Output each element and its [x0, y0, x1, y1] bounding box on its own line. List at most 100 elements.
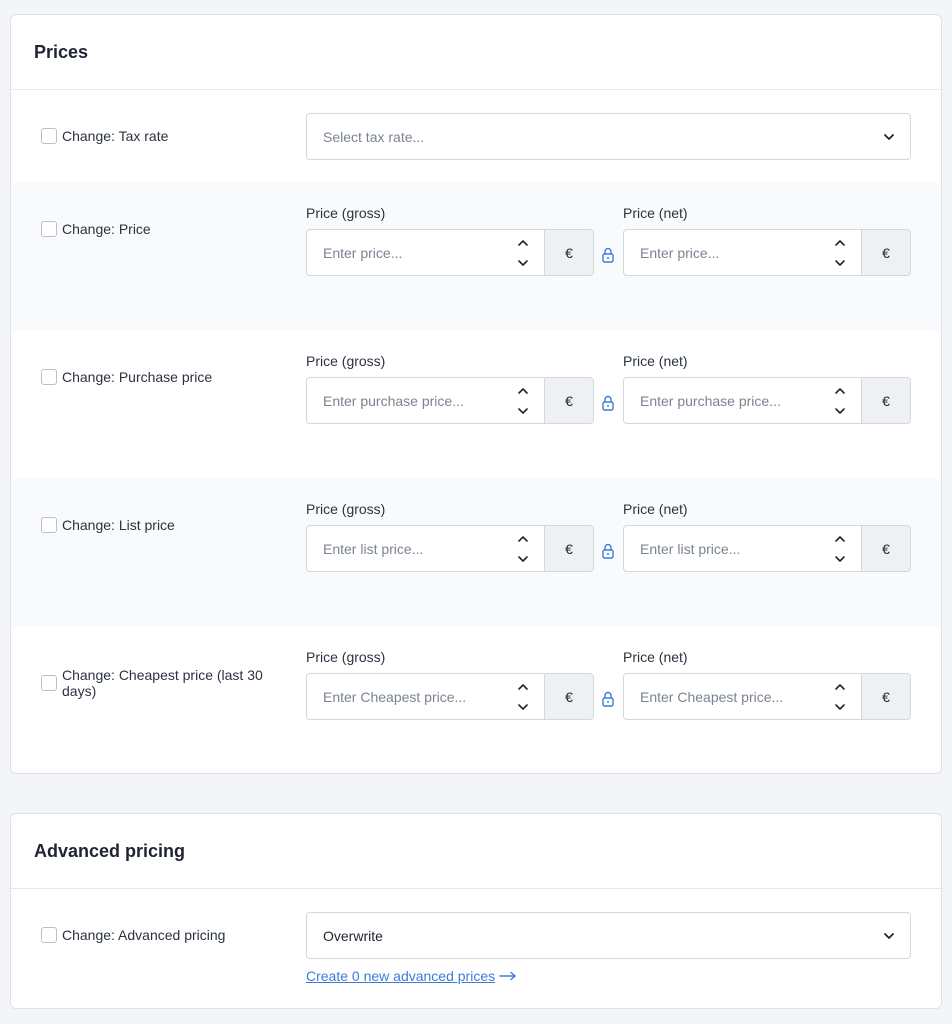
advanced-pricing-row: Change: Advanced pricing Overwrite Creat…: [11, 889, 941, 1008]
cheapest-net-field: Enter Cheapest price... €: [623, 673, 911, 720]
price-net-input[interactable]: Enter price...: [624, 230, 861, 275]
price-net-label: Price (net): [623, 205, 688, 221]
list-price-checkbox-wrap: Change: List price: [41, 517, 281, 533]
purchase-gross-field: Enter purchase price... €: [306, 377, 594, 424]
price-net-placeholder: Enter price...: [640, 244, 720, 261]
price-row: Change: Price Price (gross) Enter price.…: [11, 183, 941, 331]
price-gross-input[interactable]: Enter price...: [307, 230, 544, 275]
purchase-gross-input[interactable]: Enter purchase price...: [307, 378, 544, 423]
chevron-down-icon[interactable]: [516, 404, 530, 418]
chevron-down-icon[interactable]: [833, 552, 847, 566]
purchase-gross-currency: €: [544, 378, 593, 423]
create-advanced-prices-link-text: Create 0 new advanced prices: [306, 968, 496, 984]
advanced-pricing-checkbox[interactable]: [41, 927, 57, 943]
chevron-up-icon[interactable]: [516, 532, 530, 546]
purchase-net-currency: €: [861, 378, 910, 423]
list-net-placeholder: Enter list price...: [640, 540, 741, 557]
advanced-pricing-card-title: Advanced pricing: [34, 840, 186, 861]
list-gross-placeholder: Enter list price...: [323, 540, 424, 557]
list-gross-currency: €: [544, 526, 593, 571]
lock-icon[interactable]: [602, 543, 614, 559]
purchase-price-checkbox-label: Change: Purchase price: [62, 369, 213, 385]
chevron-up-icon[interactable]: [833, 532, 847, 546]
chevron-down-icon[interactable]: [833, 256, 847, 270]
list-gross-input[interactable]: Enter list price...: [307, 526, 544, 571]
list-gross-label: Price (gross): [306, 501, 386, 517]
tax-rate-checkbox-wrap: Change: Tax rate: [41, 128, 281, 144]
cheapest-gross-currency: €: [544, 674, 593, 719]
cheapest-net-label: Price (net): [623, 649, 688, 665]
tax-rate-row: Change: Tax rate Select tax rate...: [11, 90, 941, 183]
arrow-right-icon: [499, 971, 516, 981]
cheapest-net-stepper: [833, 680, 847, 714]
list-price-checkbox[interactable]: [41, 517, 57, 533]
price-checkbox[interactable]: [41, 221, 57, 237]
chevron-down-icon: [884, 932, 894, 939]
price-gross-stepper: [516, 236, 530, 270]
chevron-down-icon: [884, 133, 894, 140]
advanced-pricing-checkbox-label: Change: Advanced pricing: [62, 927, 226, 943]
list-net-label: Price (net): [623, 501, 688, 517]
price-gross-field: Enter price... €: [306, 229, 594, 276]
create-advanced-prices-link[interactable]: Create 0 new advanced prices: [306, 968, 517, 984]
price-gross-label: Price (gross): [306, 205, 386, 221]
tax-rate-select[interactable]: Select tax rate...: [306, 113, 911, 160]
price-net-stepper: [833, 236, 847, 270]
chevron-down-icon[interactable]: [833, 700, 847, 714]
lock-icon[interactable]: [602, 247, 614, 263]
purchase-gross-stepper: [516, 384, 530, 418]
chevron-down-icon[interactable]: [833, 404, 847, 418]
cheapest-gross-stepper: [516, 680, 530, 714]
prices-card-title: Prices: [34, 41, 89, 62]
price-gross-currency: €: [544, 230, 593, 275]
purchase-net-field: Enter purchase price... €: [623, 377, 911, 424]
purchase-net-label: Price (net): [623, 353, 688, 369]
price-checkbox-label: Change: Price: [62, 221, 151, 237]
list-net-currency: €: [861, 526, 910, 571]
cheapest-price-row: Change: Cheapest price (last 30 days) Pr…: [11, 627, 941, 773]
purchase-price-checkbox-wrap: Change: Purchase price: [41, 369, 281, 385]
purchase-price-row: Change: Purchase price Price (gross) Ent…: [11, 331, 941, 479]
cheapest-net-placeholder: Enter Cheapest price...: [640, 688, 784, 705]
chevron-up-icon[interactable]: [516, 680, 530, 694]
cheapest-price-checkbox[interactable]: [41, 675, 57, 691]
chevron-down-icon[interactable]: [516, 256, 530, 270]
advanced-pricing-select[interactable]: Overwrite: [306, 912, 911, 959]
list-gross-field: Enter list price... €: [306, 525, 594, 572]
list-net-stepper: [833, 532, 847, 566]
lock-icon[interactable]: [602, 395, 614, 411]
purchase-price-checkbox[interactable]: [41, 369, 57, 385]
chevron-up-icon[interactable]: [833, 384, 847, 398]
cheapest-price-checkbox-wrap: Change: Cheapest price (last 30 days): [41, 667, 281, 699]
chevron-up-icon[interactable]: [516, 384, 530, 398]
cheapest-gross-input[interactable]: Enter Cheapest price...: [307, 674, 544, 719]
list-gross-stepper: [516, 532, 530, 566]
tax-rate-select-placeholder: Select tax rate...: [323, 128, 425, 145]
cheapest-price-checkbox-label: Change: Cheapest price (last 30 days): [62, 667, 263, 699]
list-price-row: Change: List price Price (gross) Enter l…: [11, 479, 941, 627]
list-price-checkbox-label: Change: List price: [62, 517, 175, 533]
tax-rate-checkbox-label: Change: Tax rate: [62, 128, 169, 144]
chevron-up-icon[interactable]: [833, 680, 847, 694]
list-net-field: Enter list price... €: [623, 525, 911, 572]
price-checkbox-wrap: Change: Price: [41, 221, 281, 237]
chevron-down-icon[interactable]: [516, 552, 530, 566]
price-net-field: Enter price... €: [623, 229, 911, 276]
chevron-up-icon[interactable]: [516, 236, 530, 250]
purchase-gross-placeholder: Enter purchase price...: [323, 392, 464, 409]
advanced-pricing-select-value: Overwrite: [323, 927, 383, 944]
advanced-pricing-checkbox-wrap: Change: Advanced pricing: [41, 927, 281, 943]
cheapest-gross-field: Enter Cheapest price... €: [306, 673, 594, 720]
tax-rate-checkbox[interactable]: [41, 128, 57, 144]
purchase-net-input[interactable]: Enter purchase price...: [624, 378, 861, 423]
cheapest-gross-label: Price (gross): [306, 649, 386, 665]
prices-card: Prices Change: Tax rate Select tax rate.…: [10, 14, 942, 774]
chevron-up-icon[interactable]: [833, 236, 847, 250]
list-net-input[interactable]: Enter list price...: [624, 526, 861, 571]
cheapest-net-input[interactable]: Enter Cheapest price...: [624, 674, 861, 719]
purchase-net-placeholder: Enter purchase price...: [640, 392, 781, 409]
advanced-pricing-card-header: Advanced pricing: [11, 814, 941, 889]
cheapest-net-currency: €: [861, 674, 910, 719]
chevron-down-icon[interactable]: [516, 700, 530, 714]
lock-icon[interactable]: [602, 691, 614, 707]
